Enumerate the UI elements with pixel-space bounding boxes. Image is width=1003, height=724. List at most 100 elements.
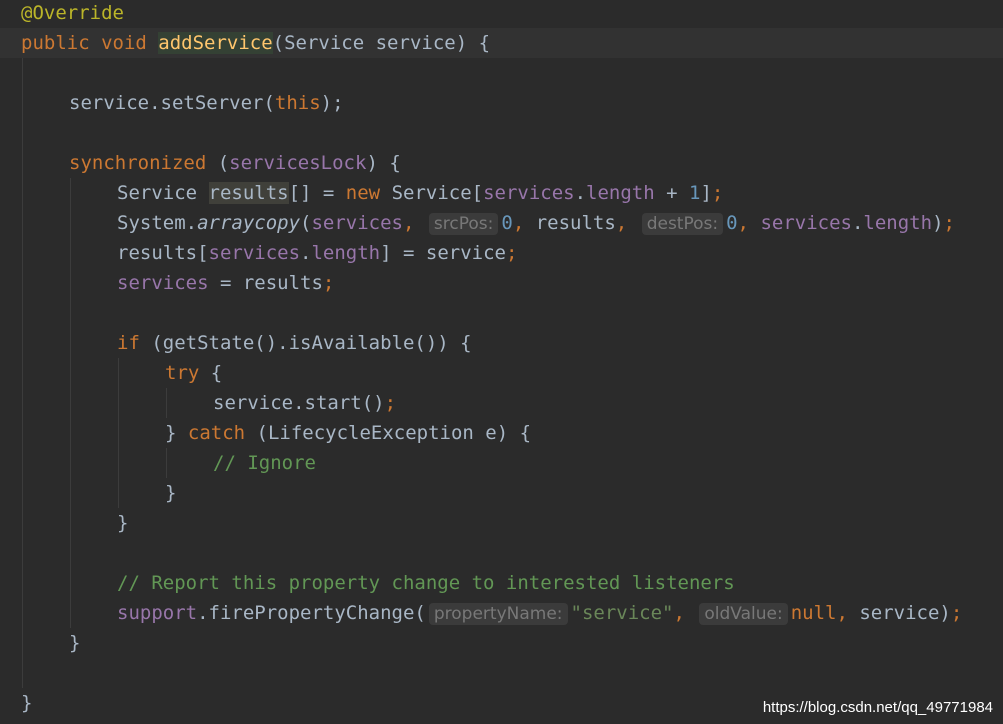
code-line[interactable] — [0, 118, 1003, 148]
code-line[interactable]: Service results[] = new Service[services… — [0, 178, 1003, 208]
code-token: support — [117, 602, 198, 624]
code-token: } — [165, 422, 188, 444]
code-token: null — [790, 602, 837, 624]
code-line[interactable]: service.start(); — [0, 388, 1003, 418]
watermark-url: https://blog.csdn.net/qq_49771984 — [762, 699, 993, 716]
code-line[interactable]: System.arraycopy(services, srcPos: 0, res… — [0, 208, 1003, 238]
code-token: System. — [117, 212, 198, 234]
code-token: { — [210, 362, 223, 384]
code-token: try — [165, 362, 211, 384]
code-token: (Service service) { — [272, 32, 491, 54]
code-token: + — [654, 182, 690, 204]
code-line[interactable]: support.firePropertyChange(propertyName:… — [0, 598, 1003, 628]
code-token: service.setServer( — [69, 92, 275, 114]
code-token: catch — [187, 422, 257, 444]
code-line[interactable]: services = results; — [0, 268, 1003, 298]
code-token: // Report this property change to intere… — [117, 572, 735, 594]
code-token: ; — [322, 272, 335, 294]
code-token: public — [21, 32, 102, 54]
code-line[interactable]: results[services.length] = service; — [0, 238, 1003, 268]
code-token: services — [311, 212, 403, 234]
code-token: ) — [932, 212, 944, 234]
code-token: addService — [158, 32, 273, 54]
parameter-hint: srcPos: — [428, 213, 499, 235]
code-token: , — [836, 602, 848, 624]
code-token: results[ — [117, 242, 209, 264]
code-line[interactable]: synchronized (servicesLock) { — [0, 148, 1003, 178]
code-token: results — [208, 182, 289, 204]
code-token: results — [524, 212, 616, 234]
code-token: , — [737, 212, 749, 234]
code-token: ( — [217, 152, 230, 174]
code-token: length — [586, 182, 655, 204]
code-token: Service — [117, 182, 209, 204]
code-token: ; — [384, 392, 397, 414]
code-token: 1 — [689, 182, 701, 204]
code-line[interactable] — [0, 538, 1003, 568]
code-token: 0 — [726, 212, 738, 234]
code-line[interactable]: public void addService(Service service) … — [0, 28, 1003, 58]
code-line[interactable]: } catch (LifecycleException e) { — [0, 418, 1003, 448]
code-token: } — [21, 692, 33, 714]
code-token: ( — [300, 212, 312, 234]
code-token: ; — [711, 182, 724, 204]
code-token: length — [311, 242, 381, 264]
code-token: new — [345, 182, 392, 204]
code-token: ; — [950, 602, 963, 624]
code-token: , — [403, 212, 415, 234]
code-token: service.start() — [213, 392, 385, 414]
code-token: (LifecycleException e) { — [256, 422, 532, 444]
code-token: this — [274, 92, 321, 114]
code-token: . — [574, 182, 587, 204]
code-token: , — [615, 212, 628, 234]
parameter-hint: destPos: — [641, 213, 724, 235]
code-line[interactable]: if (getState().isAvailable()) { — [0, 328, 1003, 358]
code-token: .firePropertyChange( — [197, 602, 426, 624]
code-line[interactable]: service.setServer(this); — [0, 88, 1003, 118]
code-token: synchronized — [69, 152, 218, 174]
code-line[interactable]: } — [0, 508, 1003, 538]
code-token: void — [101, 32, 159, 54]
code-token: = results — [208, 272, 323, 294]
code-token: 0 — [501, 212, 513, 234]
code-token: } — [69, 632, 81, 654]
code-token: (getState().isAvailable()) { — [151, 332, 472, 354]
code-token: [] = — [288, 182, 346, 204]
code-token: services — [117, 272, 209, 294]
code-token: service) — [847, 602, 951, 624]
code-token: , — [673, 602, 685, 624]
code-token: servicesLock — [229, 152, 367, 174]
code-token: ) { — [366, 152, 401, 174]
code-token: ; — [943, 212, 955, 234]
code-token: // Ignore — [213, 452, 316, 474]
code-line[interactable]: // Ignore — [0, 448, 1003, 478]
code-line[interactable]: // Report this property change to intere… — [0, 568, 1003, 598]
code-line[interactable]: @Override — [0, 0, 1003, 28]
code-token: arraycopy — [197, 212, 301, 234]
code-line[interactable] — [0, 298, 1003, 328]
code-token: "service" — [570, 602, 674, 624]
code-editor[interactable]: @Override public void addService(Service … — [0, 0, 1003, 724]
code-token: ; — [505, 242, 518, 264]
code-token: services — [208, 242, 301, 264]
code-token: } — [117, 512, 129, 534]
code-token: length — [863, 212, 933, 234]
code-line[interactable]: } — [0, 628, 1003, 658]
code-line[interactable] — [0, 58, 1003, 88]
code-token: Service[ — [391, 182, 484, 204]
code-token: ] = service — [380, 242, 506, 264]
code-token: if — [117, 332, 152, 354]
code-token: } — [165, 482, 177, 504]
code-token: services — [483, 182, 575, 204]
code-token: . — [851, 212, 864, 234]
code-line[interactable] — [0, 658, 1003, 688]
code-token: services — [760, 212, 852, 234]
code-token: @Override — [21, 2, 124, 24]
code-token: ] — [700, 182, 712, 204]
code-line[interactable]: try { — [0, 358, 1003, 388]
code-line[interactable]: } — [0, 478, 1003, 508]
